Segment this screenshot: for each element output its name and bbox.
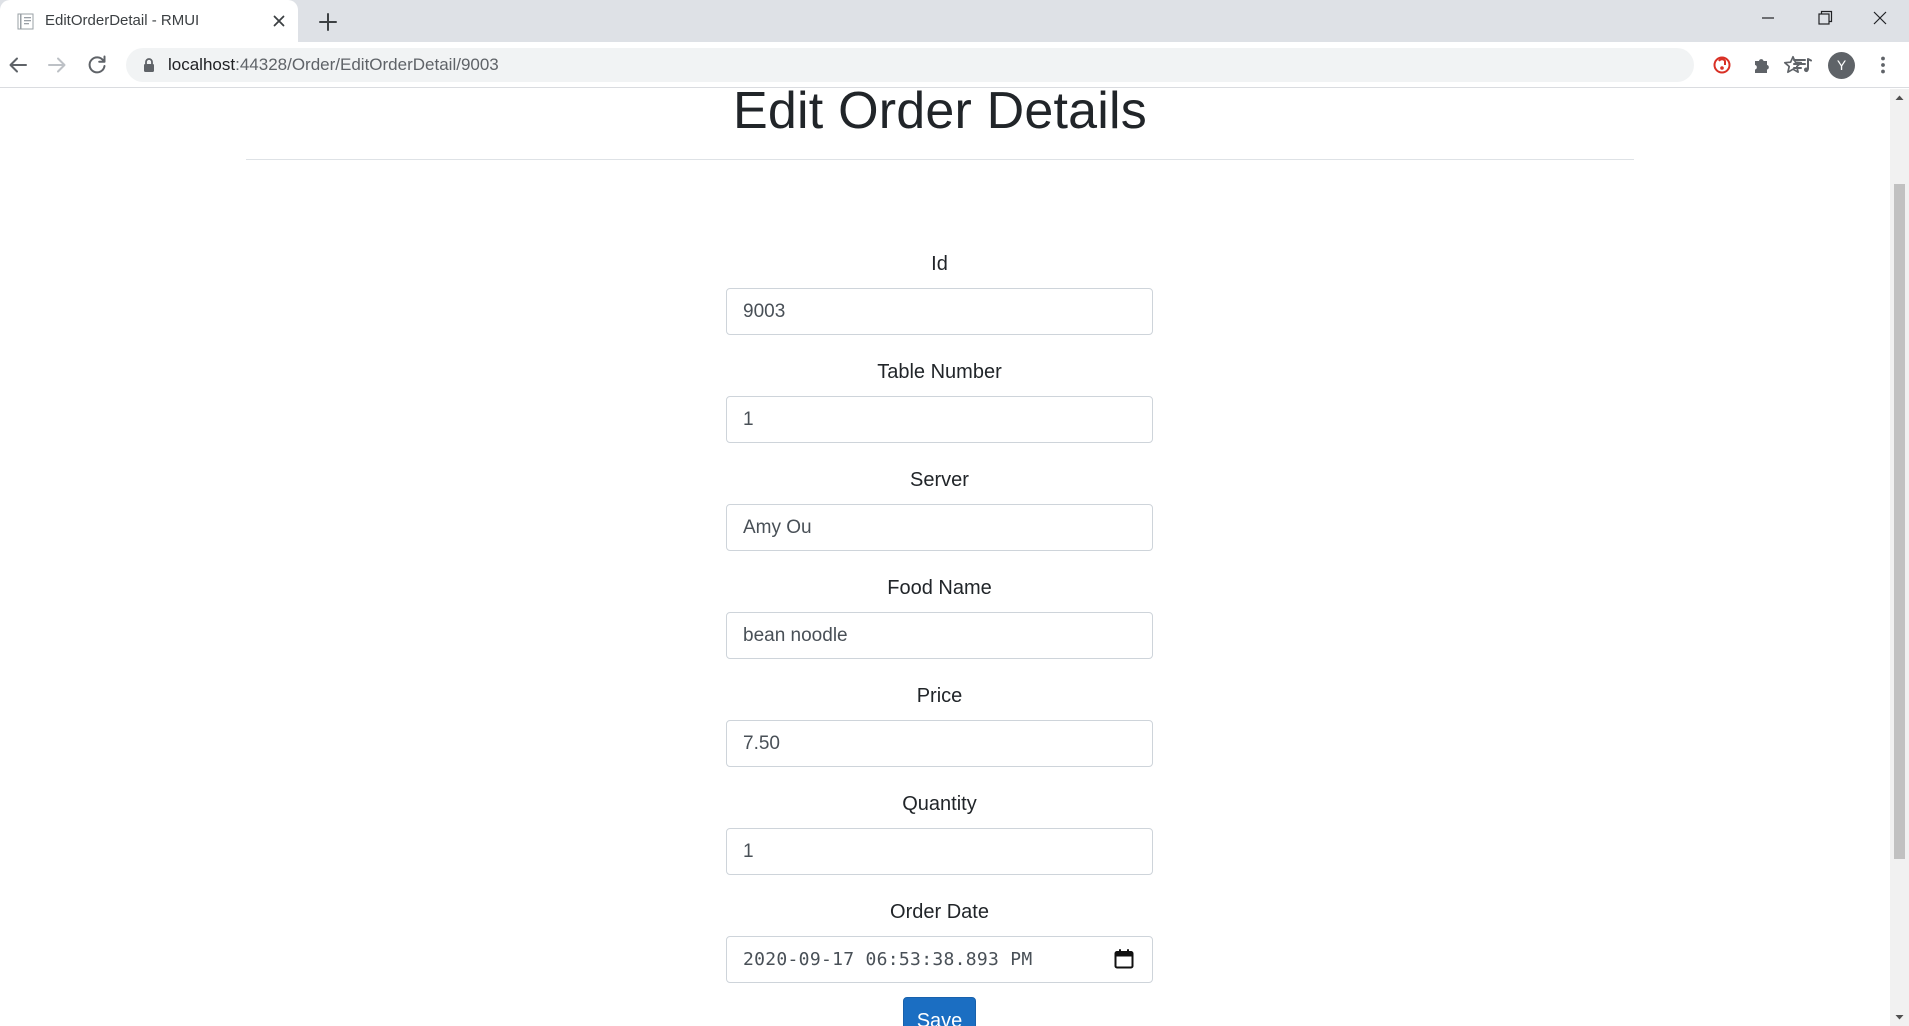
- server-label: Server: [910, 469, 969, 491]
- puzzle-icon[interactable]: [1748, 51, 1776, 79]
- order-date-input[interactable]: [726, 936, 1153, 983]
- id-field-group: Id: [726, 249, 1153, 357]
- order-date-label: Order Date: [890, 901, 989, 923]
- forward-arrow-icon[interactable]: [41, 49, 73, 81]
- page-scrollbar[interactable]: [1890, 89, 1909, 1026]
- restore-icon[interactable]: [1796, 0, 1852, 38]
- avatar[interactable]: Y: [1828, 52, 1855, 79]
- calendar-icon[interactable]: [1113, 948, 1135, 970]
- browser-toolbar: localhost:44328/Order/EditOrderDetail/90…: [0, 42, 1909, 88]
- url-host: localhost: [168, 55, 236, 74]
- more-vert-icon[interactable]: [1869, 51, 1897, 79]
- id-input[interactable]: [726, 288, 1153, 335]
- browser-tab[interactable]: EditOrderDetail - RMUI: [0, 0, 298, 42]
- price-input[interactable]: [726, 720, 1153, 767]
- page-viewport: Edit Order Details Id Table Number Serve…: [0, 89, 1890, 1026]
- tab-title: EditOrderDetail - RMUI: [45, 12, 200, 29]
- order-date-wrapper: [726, 936, 1153, 983]
- server-field-group: Server: [726, 465, 1153, 573]
- quantity-field-group: Quantity: [726, 789, 1153, 897]
- id-label: Id: [931, 253, 948, 275]
- title-divider: [246, 159, 1634, 160]
- table-number-field-group: Table Number: [726, 357, 1153, 465]
- server-input[interactable]: [726, 504, 1153, 551]
- food-name-input[interactable]: [726, 612, 1153, 659]
- order-date-field-group: Order Date: [726, 897, 1153, 1005]
- address-bar[interactable]: localhost:44328/Order/EditOrderDetail/90…: [126, 48, 1803, 82]
- close-icon[interactable]: [268, 10, 290, 32]
- url-text: localhost:44328/Order/EditOrderDetail/90…: [168, 48, 499, 82]
- url-path: :44328/Order/EditOrderDetail/9003: [235, 55, 499, 74]
- window-close-icon[interactable]: [1852, 0, 1908, 38]
- price-field-group: Price: [726, 681, 1153, 789]
- reload-icon[interactable]: [81, 49, 113, 81]
- food-name-label: Food Name: [887, 577, 992, 599]
- extension-icon[interactable]: [1708, 51, 1736, 79]
- quantity-label: Quantity: [902, 793, 977, 815]
- food-name-field-group: Food Name: [726, 573, 1153, 681]
- table-number-input[interactable]: [726, 396, 1153, 443]
- edit-order-form: Id Table Number Server Food Name Price Q…: [726, 249, 1153, 1005]
- back-arrow-icon[interactable]: [2, 49, 34, 81]
- lock-icon[interactable]: [140, 56, 158, 74]
- table-number-label: Table Number: [877, 361, 1002, 383]
- tab-strip: EditOrderDetail - RMUI: [0, 0, 1909, 42]
- page-favicon-icon: [17, 13, 34, 30]
- scroll-up-arrow-icon[interactable]: [1890, 89, 1909, 106]
- media-control-icon[interactable]: [1788, 51, 1816, 79]
- save-button[interactable]: Save: [903, 997, 976, 1026]
- quantity-input[interactable]: [726, 828, 1153, 875]
- price-label: Price: [916, 685, 963, 707]
- scroll-down-arrow-icon[interactable]: [1890, 1009, 1909, 1026]
- minimize-icon[interactable]: [1740, 0, 1796, 38]
- page-title: Edit Order Details: [733, 89, 1147, 140]
- plus-icon[interactable]: [314, 8, 342, 36]
- scrollbar-thumb[interactable]: [1894, 184, 1905, 859]
